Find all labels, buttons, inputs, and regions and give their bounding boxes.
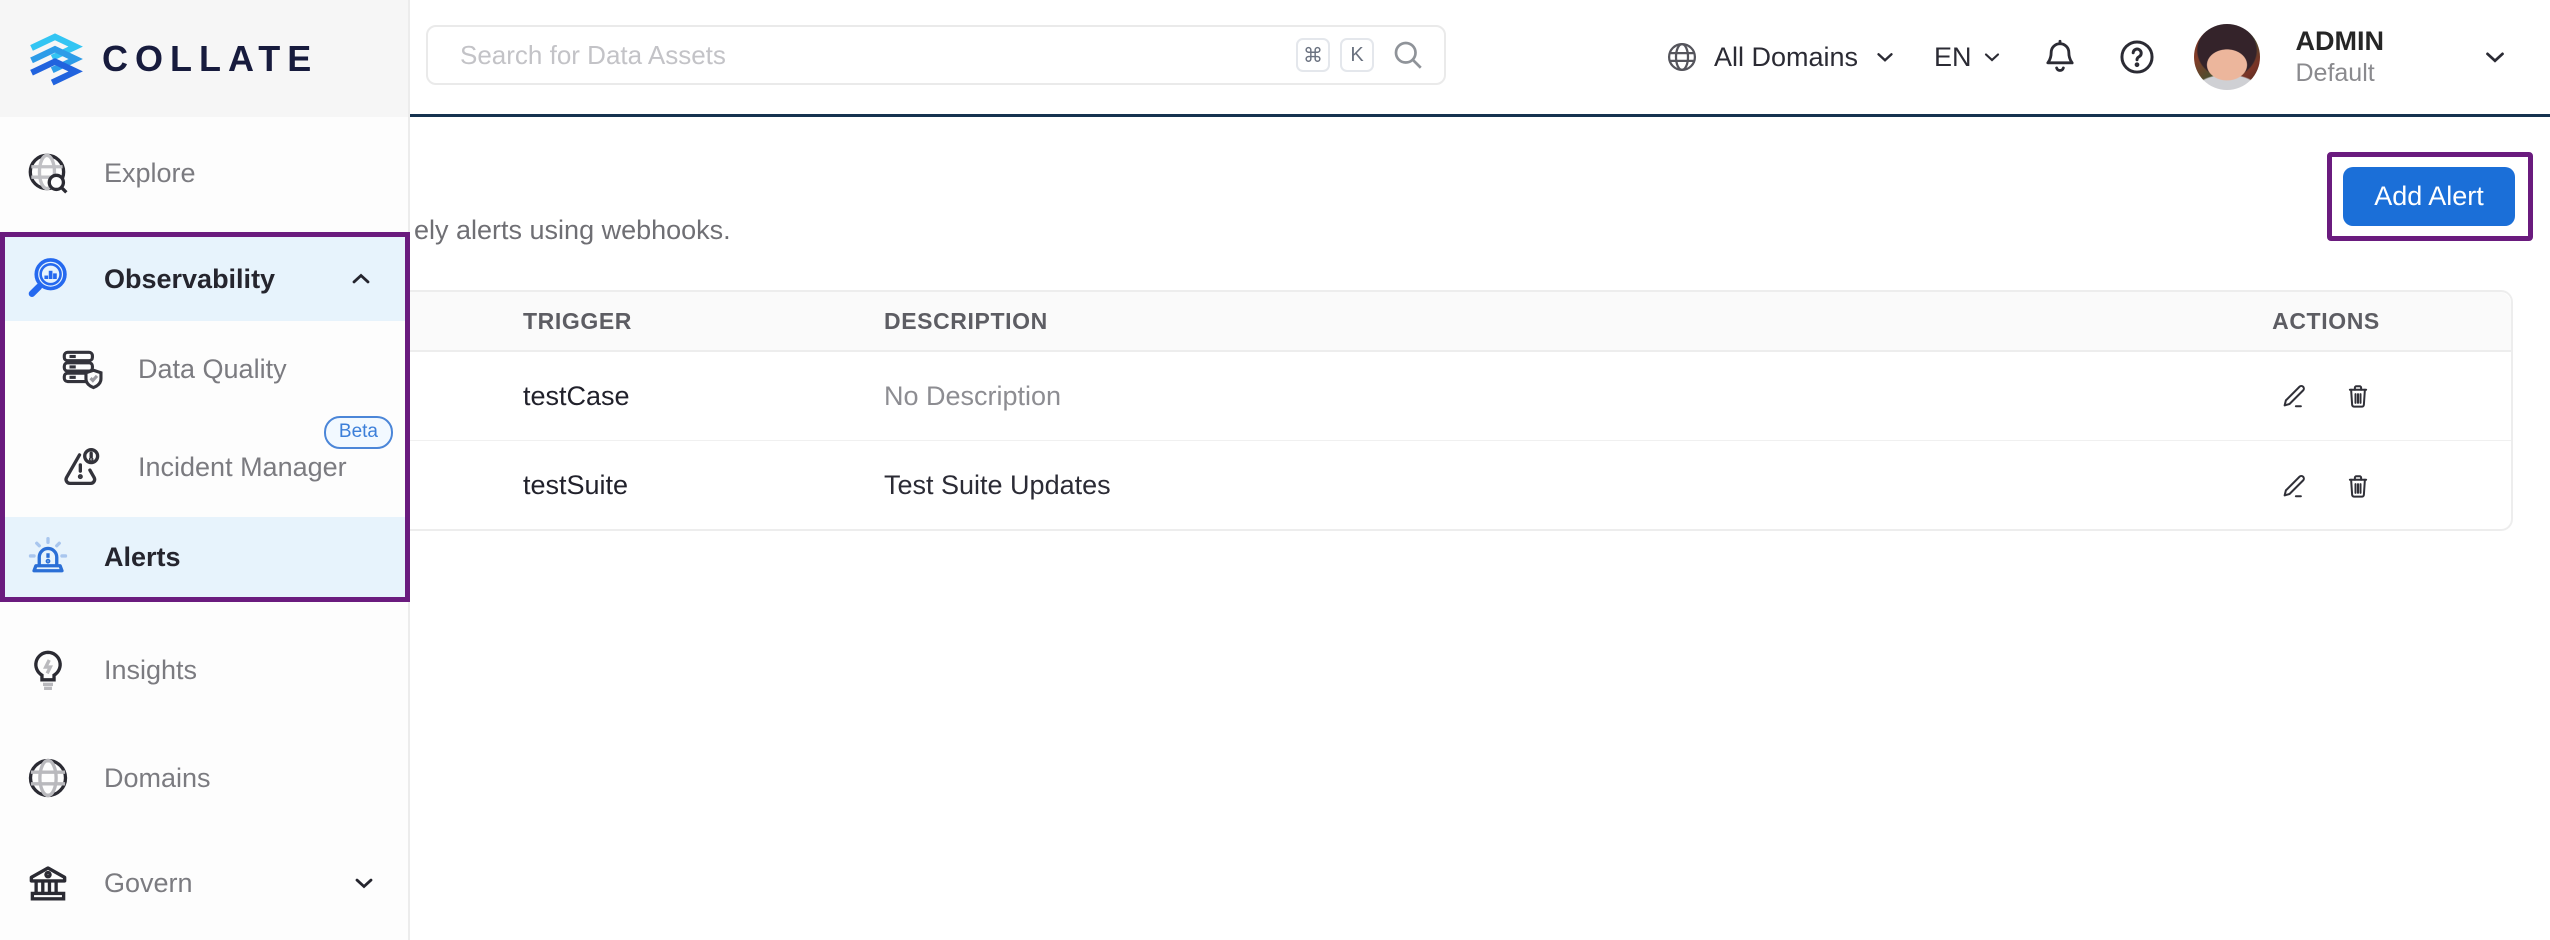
- description-cell: Test Suite Updates: [884, 470, 2181, 501]
- chevron-down-icon: [1980, 45, 2004, 69]
- sidebar-item-label: Explore: [104, 158, 196, 189]
- cmd-key-badge: ⌘: [1296, 38, 1330, 72]
- sidebar-item-label: Alerts: [104, 542, 181, 573]
- beta-badge: Beta: [324, 416, 393, 449]
- user-team: Default: [2296, 58, 2385, 89]
- sidebar-item-label: Observability: [104, 264, 275, 295]
- sidebar-nav: COLLATE Explore: [0, 0, 410, 940]
- add-alert-button[interactable]: Add Alert: [2343, 167, 2515, 226]
- column-header-trigger: TRIGGER: [523, 308, 884, 335]
- observability-annotation-box: Observability Data Quality: [0, 232, 410, 602]
- language-selector[interactable]: EN: [1934, 42, 2004, 73]
- chevron-down-icon[interactable]: [350, 869, 378, 897]
- data-quality-icon: [56, 344, 108, 394]
- sidebar-item-alerts[interactable]: Alerts: [5, 517, 405, 597]
- observability-icon: [22, 253, 74, 305]
- collate-logo-icon: [24, 28, 86, 90]
- chevron-up-icon[interactable]: [347, 265, 375, 293]
- user-name: ADMIN: [2296, 25, 2385, 59]
- language-label: EN: [1934, 42, 1972, 73]
- delete-icon[interactable]: [2343, 381, 2373, 411]
- sidebar-item-label: Domains: [104, 763, 211, 794]
- domain-selector-label: All Domains: [1714, 42, 1858, 73]
- domains-globe-icon: [22, 753, 74, 803]
- column-header-actions: ACTIONS: [2181, 308, 2471, 335]
- sidebar-item-observability[interactable]: Observability: [5, 237, 405, 321]
- delete-icon[interactable]: [2343, 471, 2373, 501]
- domain-selector[interactable]: All Domains: [1664, 39, 1898, 75]
- sidebar-item-insights[interactable]: Insights: [0, 630, 408, 710]
- alerts-table-header: TRIGGER DESCRIPTION ACTIONS: [410, 292, 2511, 352]
- global-search[interactable]: ⌘ K: [426, 25, 1446, 85]
- sidebar-item-label: Incident Manager: [138, 452, 347, 483]
- search-input[interactable]: [458, 39, 1286, 72]
- help-icon[interactable]: [2116, 36, 2158, 78]
- page-subtitle: ely alerts using webhooks.: [414, 215, 731, 246]
- globe-icon: [1664, 39, 1700, 75]
- search-icon[interactable]: [1390, 37, 1426, 73]
- user-avatar[interactable]: [2194, 24, 2260, 90]
- row-actions: [2181, 381, 2471, 411]
- notifications-bell-icon[interactable]: [2040, 37, 2080, 77]
- user-menu-chevron-icon[interactable]: [2480, 42, 2510, 72]
- sidebar-item-label: Data Quality: [138, 354, 287, 385]
- sidebar-item-govern[interactable]: Govern: [0, 843, 408, 923]
- edit-icon[interactable]: [2279, 471, 2309, 501]
- table-row: testCase No Description: [410, 352, 2511, 441]
- sidebar-item-domains[interactable]: Domains: [0, 738, 408, 818]
- app-window: ⌘ K All Domains: [0, 0, 2550, 940]
- explore-icon: [22, 148, 74, 198]
- chevron-down-icon: [1872, 44, 1898, 70]
- govern-bank-icon: [22, 858, 74, 908]
- alerts-table: TRIGGER DESCRIPTION ACTIONS testCase No …: [410, 290, 2513, 531]
- sidebar-item-explore[interactable]: Explore: [0, 133, 408, 213]
- header-actions: All Domains EN: [1664, 0, 2510, 114]
- brand-logo[interactable]: COLLATE: [0, 0, 408, 117]
- incident-manager-icon: [56, 442, 108, 492]
- insights-icon: [22, 645, 74, 695]
- top-header: ⌘ K All Domains: [410, 0, 2550, 117]
- edit-icon[interactable]: [2279, 381, 2309, 411]
- table-row: testSuite Test Suite Updates: [410, 441, 2511, 530]
- trigger-cell: testCase: [523, 381, 884, 412]
- alerts-siren-icon: [22, 532, 74, 582]
- column-header-description: DESCRIPTION: [884, 308, 2181, 335]
- sidebar-item-label: Insights: [104, 655, 197, 686]
- row-actions: [2181, 471, 2471, 501]
- sidebar-item-data-quality[interactable]: Data Quality: [5, 321, 405, 417]
- sidebar-item-label: Govern: [104, 868, 193, 899]
- k-key-badge: K: [1340, 38, 1374, 72]
- brand-name: COLLATE: [102, 38, 318, 80]
- user-meta: ADMIN Default: [2296, 25, 2385, 90]
- trigger-cell: testSuite: [523, 470, 884, 501]
- description-cell: No Description: [884, 381, 2181, 412]
